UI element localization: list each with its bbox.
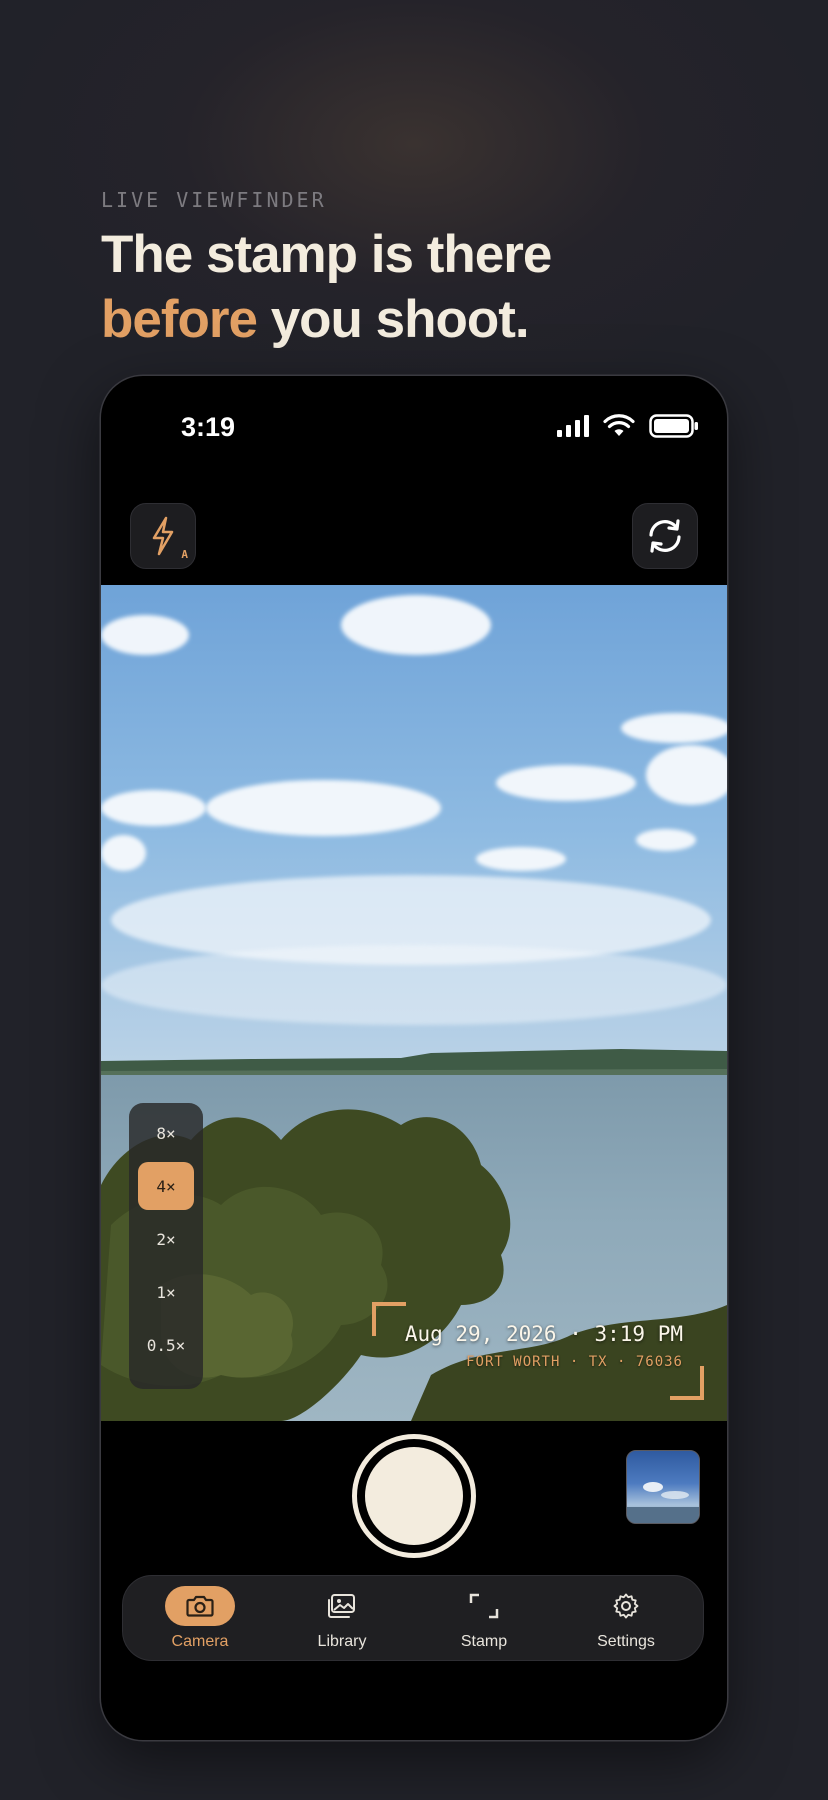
zoom-option-1x[interactable]: 1× bbox=[138, 1268, 194, 1316]
tab-library[interactable]: Library bbox=[277, 1586, 407, 1651]
battery-icon bbox=[649, 414, 698, 438]
tab-bar: Camera Library Stamp Settings bbox=[122, 1575, 704, 1661]
stamp-location: FORT WORTH · TX · 76036 bbox=[466, 1354, 683, 1370]
wifi-icon bbox=[603, 414, 635, 436]
stamp-corner-top-left bbox=[372, 1302, 406, 1336]
headline-line1: The stamp is there bbox=[101, 225, 552, 284]
flash-mode-badge: A bbox=[181, 548, 188, 561]
signal-icon bbox=[557, 415, 589, 437]
flash-icon bbox=[152, 516, 174, 556]
tab-camera-icon-wrap bbox=[165, 1585, 235, 1626]
stamp-frame-icon bbox=[469, 1593, 499, 1618]
tab-stamp[interactable]: Stamp bbox=[419, 1586, 549, 1651]
status-time: 3:19 bbox=[181, 412, 236, 442]
shutter-button[interactable] bbox=[352, 1434, 476, 1558]
tab-stamp-label: Stamp bbox=[460, 1632, 508, 1650]
photos-icon bbox=[328, 1593, 355, 1618]
tab-library-label: Library bbox=[317, 1632, 367, 1650]
tab-camera-label: Camera bbox=[171, 1632, 229, 1650]
phone-frame: 3:19 A 8× 4× 2× 1× 0.5× Aug 29, 2026 · 3… bbox=[101, 376, 727, 1740]
tab-library-icon-wrap bbox=[307, 1586, 377, 1626]
gear-icon bbox=[613, 1593, 639, 1618]
stamp-date-time: Aug 29, 2026 · 3:19 PM bbox=[404, 1322, 683, 1346]
viewfinder[interactable]: 8× 4× 2× 1× 0.5× Aug 29, 2026 · 3:19 PM … bbox=[101, 585, 727, 1421]
tab-stamp-icon-wrap bbox=[449, 1586, 519, 1626]
flash-button[interactable]: A bbox=[130, 503, 196, 569]
shutter-inner bbox=[365, 1447, 463, 1545]
headline-rest: you shoot. bbox=[256, 290, 530, 349]
zoom-rail: 8× 4× 2× 1× 0.5× bbox=[129, 1103, 203, 1389]
stamp-corner-bottom-right bbox=[670, 1366, 704, 1400]
tab-settings[interactable]: Settings bbox=[561, 1586, 691, 1651]
zoom-option-4x[interactable]: 4× bbox=[138, 1162, 194, 1210]
zoom-option-2x[interactable]: 2× bbox=[138, 1215, 194, 1263]
camera-icon bbox=[186, 1595, 214, 1617]
thumbnail-preview-icon bbox=[627, 1482, 699, 1523]
flip-camera-button[interactable] bbox=[632, 503, 698, 569]
status-icons bbox=[557, 414, 699, 438]
tab-settings-icon-wrap bbox=[591, 1586, 661, 1626]
last-photo-thumbnail[interactable] bbox=[626, 1450, 700, 1524]
tab-camera[interactable]: Camera bbox=[135, 1585, 265, 1651]
tab-settings-label: Settings bbox=[597, 1632, 655, 1650]
zoom-option-8x[interactable]: 8× bbox=[138, 1109, 194, 1157]
headline-accent: before bbox=[101, 290, 258, 349]
flip-camera-icon bbox=[649, 519, 681, 553]
eyebrow-label: LIVE VIEWFINDER bbox=[101, 188, 327, 212]
headline: The stamp is there before you shoot. bbox=[101, 222, 552, 352]
zoom-option-0.5x[interactable]: 0.5× bbox=[138, 1321, 194, 1369]
